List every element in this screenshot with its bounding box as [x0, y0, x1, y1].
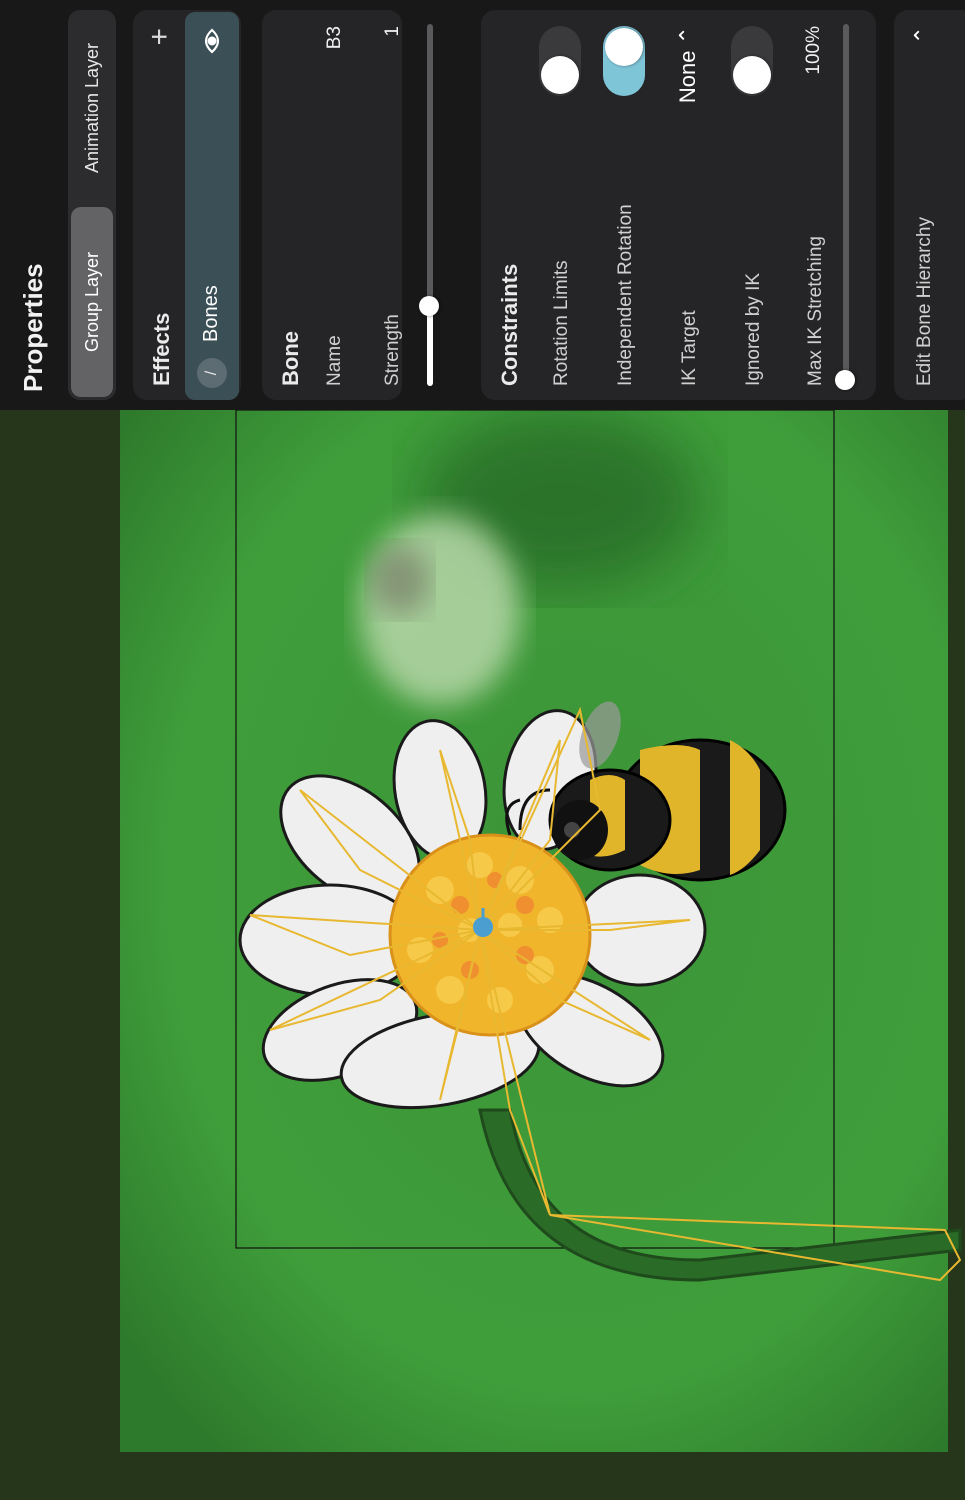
strength-slider-fill: [427, 306, 433, 386]
tab-group-layer[interactable]: Group Layer: [71, 207, 113, 397]
strength-slider-knob[interactable]: [419, 296, 439, 316]
rotation-limits-label: Rotation Limits: [551, 260, 572, 386]
edit-bone-hierarchy-label: Edit Bone Hierarchy: [914, 217, 935, 386]
ik-target-dropdown[interactable]: None ⌃: [675, 26, 701, 103]
max-ik-stretching-slider[interactable]: [835, 24, 855, 390]
bokeh-flower: [360, 515, 520, 705]
effects-card: Effects + / Bones: [133, 10, 241, 400]
strength-slider[interactable]: [419, 24, 439, 386]
chevron-up-icon: ⌃: [675, 26, 700, 45]
panel-title: Properties: [18, 263, 48, 392]
effects-title: Effects: [149, 312, 174, 386]
toggle-knob: [733, 56, 771, 94]
eye-icon[interactable]: [199, 28, 225, 54]
layer-type-segmented-control: Group Layer Animation Layer: [68, 10, 116, 400]
ignored-by-ik-label: Ignored by IK: [743, 272, 764, 386]
bone-icon: /: [197, 358, 227, 388]
constraints-card: Constraints Rotation Limits Independent …: [481, 10, 876, 400]
strength-label: Strength: [382, 314, 403, 386]
properties-panel: Properties Group Layer Animation Layer E…: [0, 0, 965, 410]
bokeh-center: [370, 545, 430, 615]
tab-animation-layer[interactable]: Animation Layer: [71, 13, 113, 203]
max-ik-slider-knob[interactable]: [835, 370, 855, 390]
bone-title: Bone: [278, 331, 303, 386]
plus-icon[interactable]: +: [143, 28, 176, 46]
name-field[interactable]: B3: [324, 26, 346, 49]
rotation-limits-toggle[interactable]: [539, 26, 581, 96]
toggle-knob: [541, 56, 579, 94]
ik-target-value: None: [675, 50, 700, 104]
strength-value: 1: [382, 26, 403, 37]
bones-label: Bones: [200, 285, 222, 342]
artwork-canvas[interactable]: [0, 410, 965, 1500]
ik-target-label: IK Target: [679, 310, 700, 386]
ignored-by-ik-toggle[interactable]: [731, 26, 773, 96]
independent-rotation-label: Independent Rotation: [615, 204, 636, 386]
max-ik-stretching-label: Max IK Stretching: [805, 236, 826, 386]
max-ik-stretching-value: 100%: [803, 26, 824, 75]
toggle-knob: [605, 28, 643, 66]
edit-bone-hierarchy-row[interactable]: Edit Bone Hierarchy ⌃: [894, 10, 965, 400]
effect-item-bones[interactable]: / Bones: [185, 12, 239, 400]
independent-rotation-toggle[interactable]: [603, 26, 645, 96]
chevron-up-icon[interactable]: ⌃: [910, 26, 936, 44]
bone-card: Bone Name B3 Strength 1: [262, 10, 439, 400]
constraints-title: Constraints: [497, 263, 522, 386]
name-label: Name: [324, 335, 345, 386]
